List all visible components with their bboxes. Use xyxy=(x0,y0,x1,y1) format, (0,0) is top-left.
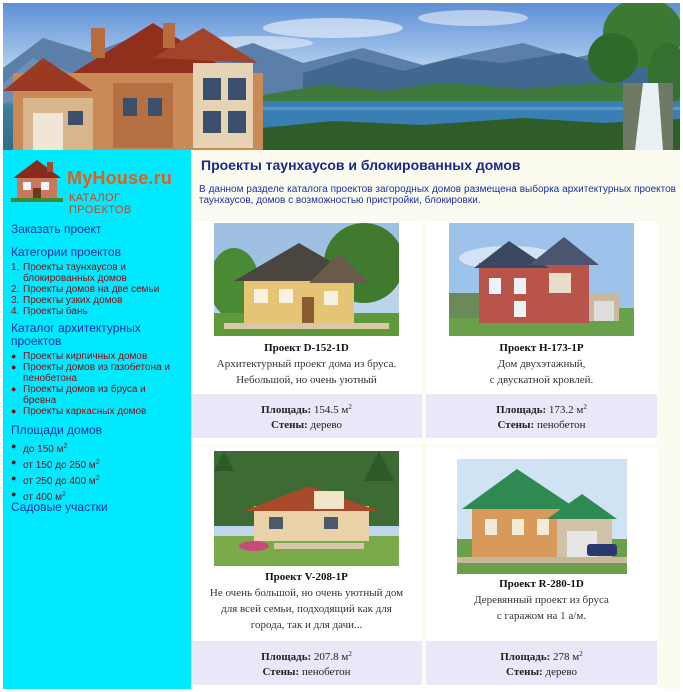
site-logo[interactable]: MyHouse.ru КАТАЛОГ ПРОЕКТОВ xyxy=(9,156,185,216)
project-name[interactable]: Проект R-280-1D xyxy=(426,578,657,590)
project-specs: Площадь: 278 м2 Стены: дерево xyxy=(426,641,657,685)
catalog-item[interactable]: ● Проекты домов из бруса и бревна xyxy=(11,384,181,406)
categories-heading: Категории проектов xyxy=(11,245,121,259)
project-description: Дом двухэтажный, с двускатной кровлей. xyxy=(489,358,594,386)
project-specs: Площадь: 173.2 м2 Стены: пенобетон xyxy=(426,394,657,438)
project-name[interactable]: Проект D-152-1D xyxy=(191,342,422,354)
category-item[interactable]: 4. Проекты бань xyxy=(11,306,181,317)
catalog-list: ● Проекты кирпичных домов ● Проекты домов … xyxy=(11,351,181,417)
logo-title: MyHouse.ru xyxy=(67,168,173,188)
page-title: Проекты таунхаусов и блокированных домов xyxy=(201,157,521,173)
project-photo[interactable] xyxy=(214,223,399,336)
category-item[interactable]: 2. Проекты домов на две семьи xyxy=(11,284,181,295)
logo-house-icon xyxy=(11,160,63,202)
project-name[interactable]: Проект V-208-1P xyxy=(191,571,422,583)
header-banner xyxy=(3,3,680,150)
banner-landscape-image xyxy=(3,3,680,150)
project-photo[interactable] xyxy=(214,451,399,566)
intro-text: В данном разделе каталога проектов загор… xyxy=(199,184,676,206)
left-sidebar: MyHouse.ru КАТАЛОГ ПРОЕКТОВ Заказать про… xyxy=(3,150,191,689)
area-item[interactable]: ● от 150 до 250 м2 xyxy=(11,456,181,472)
project-name[interactable]: Проект H-173-1P xyxy=(426,342,657,354)
project-description: Деревянный проект из бруса с гаражом на 1… xyxy=(474,594,609,622)
project-card: Проект V-208-1P Не очень большой, но оче… xyxy=(191,447,422,689)
area-item[interactable]: ● до 150 м2 xyxy=(11,440,181,456)
areas-heading: Площади домов xyxy=(11,423,102,437)
project-card: Проект H-173-1P Дом двухэтажный, с двуска… xyxy=(426,222,657,444)
project-description: Архитектурный проект дома из бруса. Небол… xyxy=(216,358,397,386)
project-card: Проект D-152-1D Архитектурный проект дом… xyxy=(191,222,422,444)
catalog-item[interactable]: ● Проекты кирпичных домов xyxy=(11,351,181,362)
category-item[interactable]: 1. Проекты таунхаусов и блокированных дом… xyxy=(11,262,181,284)
order-project-link[interactable]: Заказать проект xyxy=(11,222,101,236)
project-description: Не очень большой, но очень уютный дом для… xyxy=(209,587,404,631)
catalog-heading: Каталог архитектурных проектов xyxy=(11,321,141,348)
main-content: Проекты таунхаусов и блокированных домов… xyxy=(191,150,680,689)
catalog-item[interactable]: ● Проекты каркасных домов xyxy=(11,406,181,417)
catalog-item[interactable]: ● Проекты домов из газобетона и пенобетон… xyxy=(11,362,181,384)
areas-list: ● до 150 м2 ● от 150 до 250 м2 ● от 250 до … xyxy=(11,440,181,504)
project-specs: Площадь: 154.5 м2 Стены: дерево xyxy=(191,394,422,438)
garden-plots-link[interactable]: Садовые участки xyxy=(11,500,108,514)
project-photo[interactable] xyxy=(456,459,627,574)
logo-subtitle: КАТАЛОГ ПРОЕКТОВ xyxy=(69,192,132,216)
project-photo[interactable] xyxy=(449,223,634,336)
area-item[interactable]: ● от 250 до 400 м2 xyxy=(11,472,181,488)
categories-list: 1. Проекты таунхаусов и блокированных дом… xyxy=(11,262,181,317)
project-card: Проект R-280-1D Деревянный проект из бру… xyxy=(426,447,657,689)
project-specs: Площадь: 207.8 м2 Стены: пенобетон xyxy=(191,641,422,685)
category-item[interactable]: 3. Проекты узких домов xyxy=(11,295,181,306)
